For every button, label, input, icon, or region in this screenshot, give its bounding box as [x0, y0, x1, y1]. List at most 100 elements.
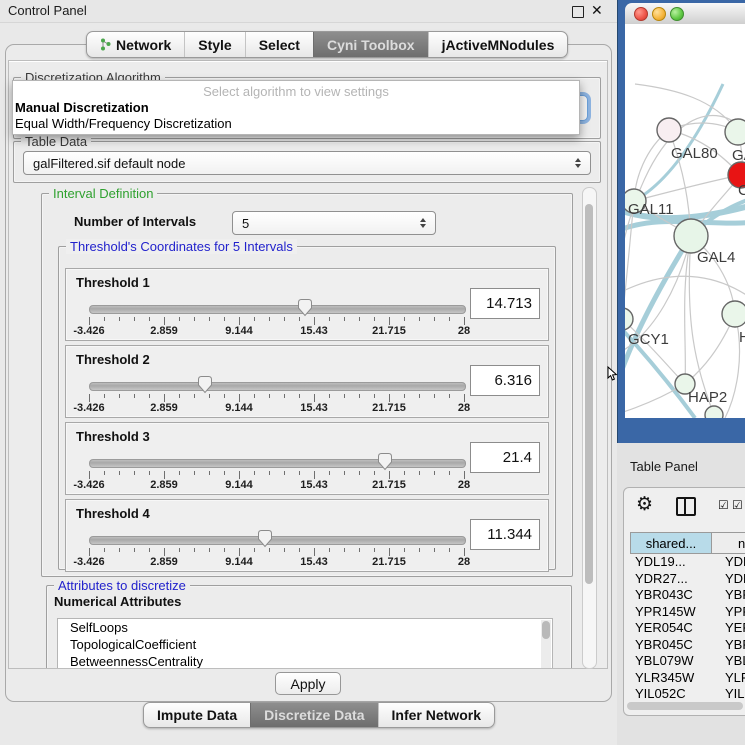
attributes-scrollbar[interactable]	[541, 620, 551, 668]
tab-network[interactable]: Network	[87, 32, 184, 57]
checkbox-icon[interactable]: ☑	[732, 498, 743, 512]
gear-icon[interactable]: ⚙	[636, 493, 653, 516]
slider-ticks	[89, 548, 464, 556]
tab-infer-network[interactable]: Infer Network	[378, 703, 494, 727]
cell-shared-name: YLR345W	[630, 670, 712, 687]
tick-mark	[179, 548, 180, 552]
tick-mark	[104, 394, 105, 398]
network-node[interactable]	[722, 301, 745, 327]
tick-mark	[224, 317, 225, 321]
scale-label: 2.859	[150, 325, 178, 337]
close-icon[interactable]: ✕	[591, 2, 603, 19]
cell-name: YBL0	[712, 653, 745, 670]
threshold-value-field[interactable]: 21.4	[470, 442, 540, 473]
tick-mark	[389, 548, 390, 556]
combo-arrows-icon[interactable]	[570, 158, 590, 168]
tab-label: Select	[259, 37, 300, 53]
column-header-2[interactable]: na	[712, 532, 745, 554]
slider-thumb[interactable]	[377, 452, 393, 471]
network-node[interactable]	[657, 118, 681, 142]
num-intervals-spinner[interactable]: 5	[232, 211, 436, 235]
slider-thumb[interactable]	[257, 529, 273, 548]
network-node[interactable]	[705, 406, 723, 418]
tick-mark	[359, 471, 360, 475]
tab-style[interactable]: Style	[184, 32, 244, 57]
mac-close-icon[interactable]	[634, 7, 648, 21]
attribute-item[interactable]: TopologicalCoefficient	[58, 636, 552, 653]
slider-thumb[interactable]	[297, 298, 313, 317]
tick-mark	[239, 471, 240, 479]
checkbox-icon[interactable]: ☑	[718, 498, 729, 512]
control-panel-titlebar: Control Panel ✕	[0, 0, 617, 23]
slider-track[interactable]	[89, 305, 466, 314]
slider-ticks	[89, 471, 464, 479]
slider-track[interactable]	[89, 459, 466, 468]
network-edge	[634, 84, 723, 201]
table-row[interactable]: YDR27...YDR2	[630, 571, 745, 588]
table-row[interactable]: YBR043CYBR0	[630, 587, 745, 604]
attribute-item[interactable]: SelfLoops	[58, 619, 552, 636]
threshold-value-field[interactable]: 6.316	[470, 365, 540, 396]
threshold-value-field[interactable]: 11.344	[470, 519, 540, 550]
tab-cyni-toolbox[interactable]: Cyni Toolbox	[313, 32, 428, 57]
tab-jactivemnodules[interactable]: jActiveMNodules	[428, 32, 568, 57]
float-window-icon[interactable]	[572, 6, 584, 18]
network-graph: GAL80GACGAL11GAL4GCY1HHAP2	[625, 24, 745, 418]
slider-thumb[interactable]	[197, 375, 213, 394]
tick-mark	[164, 471, 165, 479]
numerical-attributes-label: Numerical Attributes	[54, 594, 181, 609]
tab-select[interactable]: Select	[245, 32, 313, 57]
group-title: Threshold's Coordinates for 5 Intervals	[66, 239, 297, 254]
column-header-1[interactable]: shared...	[630, 532, 712, 554]
tick-mark	[149, 317, 150, 321]
tick-mark	[464, 394, 465, 402]
tick-mark	[269, 471, 270, 475]
main-scrollbar-thumb[interactable]	[585, 204, 593, 584]
threshold-label: Threshold 2	[76, 352, 150, 367]
network-canvas[interactable]: GAL80GACGAL11GAL4GCY1HHAP2	[625, 24, 745, 418]
slider-track[interactable]	[89, 382, 466, 391]
attribute-item[interactable]: BetweennessCentrality	[58, 653, 552, 668]
threshold-box-3: Threshold 3-3.4262.8599.14415.4321.71528…	[65, 422, 549, 495]
numerical-attributes-list[interactable]: SelfLoopsTopologicalCoefficientBetweenne…	[57, 618, 553, 668]
table-data-combobox[interactable]: galFiltered.sif default node	[23, 151, 591, 175]
table-row[interactable]: YLR345WYLR3	[630, 670, 745, 687]
cell-shared-name: YIL052C	[630, 686, 712, 703]
network-node[interactable]	[725, 119, 745, 145]
scale-label: 21.715	[372, 325, 406, 337]
tick-mark	[449, 548, 450, 552]
tab-impute-data[interactable]: Impute Data	[144, 703, 250, 727]
split-columns-icon[interactable]	[676, 497, 696, 516]
algorithm-option-equal-width[interactable]: Equal Width/Frequency Discretization	[15, 116, 232, 131]
attributes-scrollbar-thumb[interactable]	[542, 621, 550, 639]
threshold-label: Threshold 1	[76, 275, 150, 290]
tick-mark	[119, 317, 120, 321]
threshold-value-field[interactable]: 14.713	[470, 288, 540, 319]
mac-minimize-icon[interactable]	[652, 7, 666, 21]
spinner-arrows-icon[interactable]	[415, 218, 435, 228]
table-row[interactable]: YIL052CYIL0	[630, 686, 745, 703]
network-node[interactable]	[625, 308, 633, 330]
apply-button[interactable]: Apply	[275, 672, 341, 695]
table-row[interactable]: YER054CYER0	[630, 620, 745, 637]
table-row[interactable]: YDL19...YDL1	[630, 554, 745, 571]
tick-mark	[464, 548, 465, 556]
table-row[interactable]: YBL079WYBL0	[630, 653, 745, 670]
tick-mark	[404, 471, 405, 475]
table-hscrollbar-thumb[interactable]	[627, 702, 743, 710]
tab-discretize-data[interactable]: Discretize Data	[250, 703, 377, 727]
mac-zoom-icon[interactable]	[670, 7, 684, 21]
network-window-titlebar[interactable]	[625, 3, 745, 25]
table-row[interactable]: YBR045CYBR0	[630, 637, 745, 654]
table-row[interactable]: YPR145WYPR1	[630, 604, 745, 621]
network-node[interactable]	[674, 219, 708, 253]
control-panel: Control Panel ✕ NetworkStyle Select Cyni T…	[0, 0, 617, 745]
tick-mark	[254, 394, 255, 398]
main-scrollbar[interactable]	[582, 187, 597, 669]
tick-mark	[344, 394, 345, 398]
tick-mark	[434, 317, 435, 321]
tick-mark	[374, 471, 375, 475]
algorithm-option-manual[interactable]: Manual Discretization	[15, 100, 149, 115]
slider-track[interactable]	[89, 536, 466, 545]
tick-mark	[434, 471, 435, 475]
